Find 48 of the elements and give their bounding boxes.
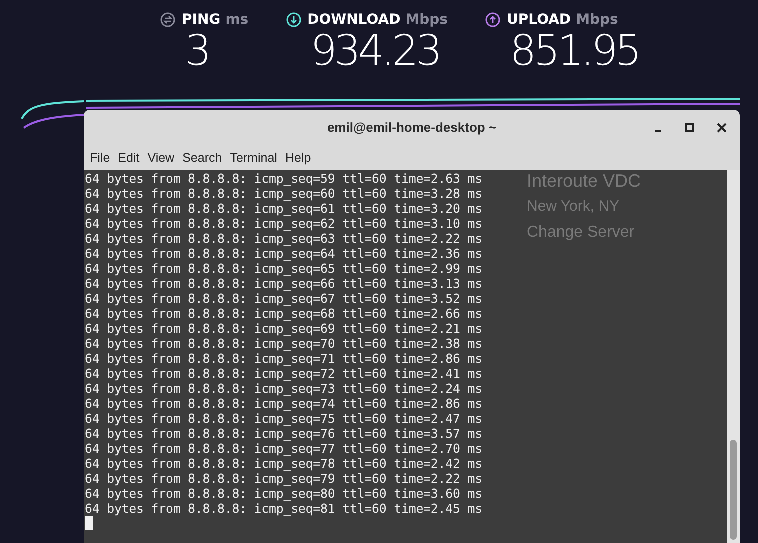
terminal-line: 64 bytes from 8.8.8.8: icmp_seq=67 ttl=60 time=3.52 ms — [84, 291, 482, 306]
terminal-line: 64 bytes from 8.8.8.8: icmp_seq=65 ttl=60 time=2.99 ms — [84, 261, 482, 276]
terminal-line: 64 bytes from 8.8.8.8: icmp_seq=71 ttl=60 time=2.86 ms — [84, 351, 482, 366]
stat-value: 934.23 — [310, 29, 440, 73]
menu-item[interactable]: Terminal — [226, 150, 282, 164]
unit-label: ms — [226, 11, 249, 29]
stat-value: 851.95 — [510, 29, 639, 73]
terminal-line: 64 bytes from 8.8.8.8: icmp_seq=59 ttl=60 time=2.63 ms — [84, 171, 482, 186]
terminal-line: 64 bytes from 8.8.8.8: icmp_seq=74 ttl=60 time=2.86 ms — [84, 396, 482, 411]
close-icon[interactable] — [716, 122, 728, 134]
download-graph-line — [21, 100, 84, 120]
server-location: New York, NY — [527, 197, 621, 217]
terminal-line: 64 bytes from 8.8.8.8: icmp_seq=60 ttl=60 time=3.28 ms — [84, 186, 482, 201]
terminal-line: 64 bytes from 8.8.8.8: icmp_seq=78 ttl=60 time=2.42 ms — [84, 456, 482, 471]
upload-graph-line — [23, 114, 84, 129]
terminal-line: 64 bytes from 8.8.8.8: icmp_seq=73 ttl=60 time=2.24 ms — [84, 381, 482, 396]
terminal-line: 64 bytes from 8.8.8.8: icmp_seq=81 ttl=60 time=2.45 ms — [84, 501, 482, 516]
stat-label: PING — [182, 11, 221, 29]
ping-icon — [160, 12, 176, 28]
menu-item[interactable]: File — [86, 150, 114, 164]
stat-value: 3 — [185, 29, 210, 73]
terminal-line: 64 bytes from 8.8.8.8: icmp_seq=76 ttl=60 time=3.57 ms — [84, 426, 482, 441]
scrollbar-thumb[interactable] — [730, 440, 737, 540]
terminal-line: 64 bytes from 8.8.8.8: icmp_seq=79 ttl=60 time=2.22 ms — [84, 471, 482, 486]
unit-label: Mbps — [406, 11, 448, 29]
terminal-line: 64 bytes from 8.8.8.8: icmp_seq=75 ttl=60 time=2.47 ms — [84, 411, 482, 426]
terminal-line: 64 bytes from 8.8.8.8: icmp_seq=69 ttl=60 time=2.21 ms — [84, 321, 482, 336]
terminal-line: 64 bytes from 8.8.8.8: icmp_seq=61 ttl=60 time=3.20 ms — [84, 201, 482, 216]
unit-label: Mbps — [576, 11, 618, 29]
terminal-line: 64 bytes from 8.8.8.8: icmp_seq=64 ttl=60 time=2.36 ms — [84, 246, 482, 261]
terminal-line: 64 bytes from 8.8.8.8: icmp_seq=68 ttl=60 time=2.66 ms — [84, 306, 482, 321]
terminal-line: 64 bytes from 8.8.8.8: icmp_seq=80 ttl=60 time=3.60 ms — [84, 486, 482, 501]
server-provider: Interoute VDC — [527, 170, 642, 193]
text-cursor — [85, 516, 93, 530]
menu-item[interactable]: Edit — [114, 150, 144, 164]
terminal-line: 64 bytes from 8.8.8.8: icmp_seq=63 ttl=60 time=2.22 ms — [84, 231, 482, 246]
menu-item[interactable]: Search — [178, 150, 226, 164]
stat-label: DOWNLOAD — [308, 11, 401, 29]
terminal-line: 64 bytes from 8.8.8.8: icmp_seq=66 ttl=60 time=3.13 ms — [84, 276, 482, 291]
stat-label: UPLOAD — [507, 11, 572, 29]
terminal-line: 64 bytes from 8.8.8.8: icmp_seq=77 ttl=60 time=2.70 ms — [84, 441, 482, 456]
menu-item[interactable]: View — [144, 150, 179, 164]
terminal-line: 64 bytes from 8.8.8.8: icmp_seq=70 ttl=60 time=2.38 ms — [84, 336, 482, 351]
maximize-icon[interactable] — [684, 122, 696, 134]
terminal-line: 64 bytes from 8.8.8.8: icmp_seq=72 ttl=60 time=2.41 ms — [84, 366, 482, 381]
menu-item[interactable]: Help — [281, 150, 316, 164]
window-title: emil@emil-home-desktop ~ — [327, 120, 497, 135]
terminal-line: 64 bytes from 8.8.8.8: icmp_seq=62 ttl=60 time=3.10 ms — [84, 216, 482, 231]
